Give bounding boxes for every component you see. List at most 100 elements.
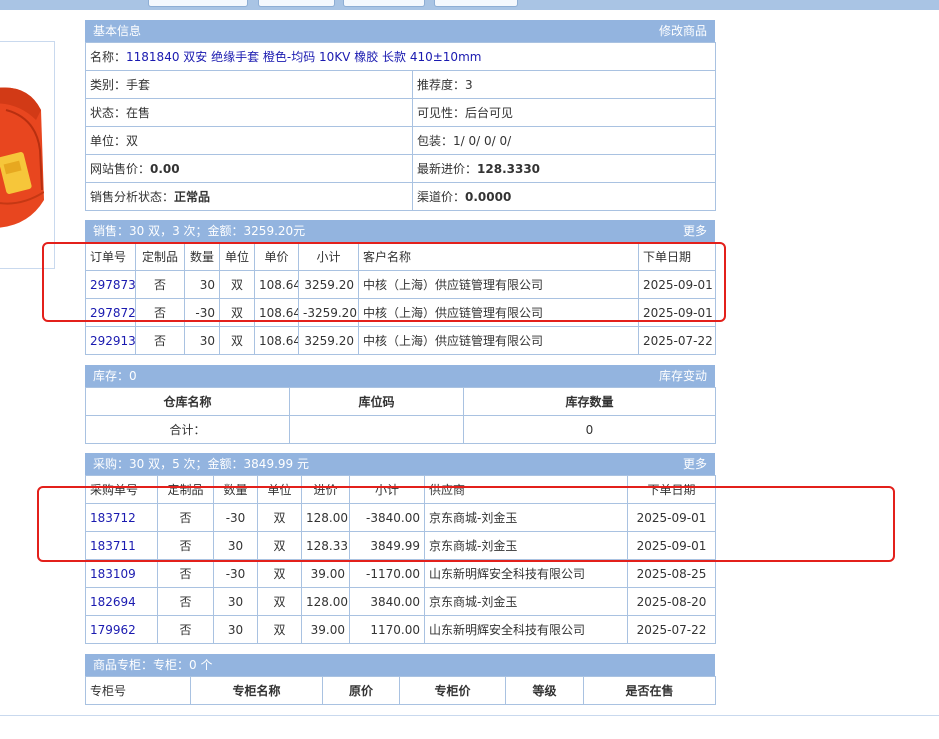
product-image[interactable] (0, 80, 44, 234)
sales-title: 销售：30 双，3 次；金额：3259.20元 (93, 224, 306, 238)
table-cell: 2025-08-20 (627, 587, 716, 616)
divider (0, 715, 939, 716)
table-row: 179962 否 30 双 39.00 1170.00 山东新明辉安全科技有限公… (85, 615, 716, 644)
recommend-cell: 推荐度：3 (411, 70, 717, 99)
table-cell: 中核（上海）供应链管理有限公司 (358, 326, 639, 355)
table-row: 182694 否 30 双 128.00 3840.00 京东商城-刘金玉 20… (85, 587, 716, 616)
top-toolbar (0, 0, 939, 10)
table-cell: 山东新明辉安全科技有限公司 (424, 615, 628, 644)
category-cell: 类别：手套 (85, 70, 413, 99)
toolbar-button-2[interactable] (343, 0, 425, 7)
stock-col-header: 库存数量 (463, 387, 716, 416)
latest-cost-cell: 最新进价：128.3330 (411, 154, 717, 183)
unit-cell: 单位：双 (85, 126, 413, 155)
purchase-order-link[interactable]: 183109 (85, 559, 158, 588)
counter-section: 商品专柜：专柜：0 个 专柜号 专柜名称 原价 专柜价 等级 是否在售 (85, 654, 716, 705)
counter-col-header: 专柜号 (85, 676, 191, 705)
toolbar-button-1[interactable] (258, 0, 335, 7)
stock-header: 库存：0 库存变动 (85, 365, 715, 387)
status-label: 状态： (90, 106, 127, 120)
sales-status-cell: 销售分析状态：正常品 (85, 182, 413, 211)
counter-col-header: 专柜价 (399, 676, 506, 705)
unit-label: 单位： (90, 134, 127, 148)
package-value: 1/ 0/ 0/ 0/ (453, 134, 512, 148)
channel-price-value: 0.0000 (465, 190, 512, 204)
recommend-label: 推荐度： (417, 78, 466, 92)
table-cell: 39.00 (301, 559, 350, 588)
table-cell: 30 (184, 326, 220, 355)
sales-order-link[interactable]: 292913 (85, 326, 136, 355)
site-price-value: 0.00 (150, 162, 180, 176)
counter-header: 商品专柜：专柜：0 个 (85, 654, 715, 676)
toolbar-input[interactable] (148, 0, 248, 7)
basic-info-title: 基本信息 (93, 24, 142, 38)
sales-header: 销售：30 双，3 次；金额：3259.20元 更多 (85, 220, 715, 242)
purchase-more-link[interactable]: 更多 (683, 453, 707, 475)
package-cell: 包装：1/ 0/ 0/ 0/ (411, 126, 717, 155)
table-cell (289, 415, 464, 444)
purchase-highlight-box (37, 486, 895, 562)
purchase-title: 采购：30 双，5 次；金额：3849.99 元 (93, 457, 309, 471)
table-cell: 否 (157, 587, 214, 616)
latest-cost-label: 最新进价： (417, 162, 478, 176)
stock-table: 仓库名称 库位码 库存数量 合计： 0 (85, 387, 716, 444)
stock-col-header: 仓库名称 (85, 387, 290, 416)
visibility-value: 后台可见 (465, 106, 514, 120)
recommend-value: 3 (465, 78, 473, 92)
basic-info-header: 基本信息 修改商品 (85, 20, 715, 42)
table-cell: 双 (257, 559, 302, 588)
table-cell: 2025-08-25 (627, 559, 716, 588)
sales-more-link[interactable]: 更多 (683, 220, 707, 242)
latest-cost-value: 128.3330 (477, 162, 541, 176)
purchase-order-link[interactable]: 182694 (85, 587, 158, 616)
table-cell: -1170.00 (349, 559, 425, 588)
channel-price-cell: 渠道价：0.0000 (411, 182, 717, 211)
table-cell: 3840.00 (349, 587, 425, 616)
purchase-order-link[interactable]: 179962 (85, 615, 158, 644)
table-cell: 2025-07-22 (627, 615, 716, 644)
table-cell: -30 (213, 559, 258, 588)
visibility-cell: 可见性：后台可见 (411, 98, 717, 127)
counter-col-header: 专柜名称 (190, 676, 323, 705)
name-row: 名称：1181840 双安 绝缘手套 橙色-均码 10KV 橡胶 长款 410±… (84, 42, 717, 71)
table-cell: 108.64 (254, 326, 299, 355)
sales-highlight-box (42, 242, 726, 322)
table-cell: 2025-07-22 (638, 326, 716, 355)
table-cell: 双 (219, 326, 255, 355)
stock-title: 库存：0 (93, 369, 137, 383)
stock-header-row: 仓库名称 库位码 库存数量 (85, 387, 716, 416)
stock-total-row: 合计： 0 (85, 415, 716, 444)
counter-col-header: 原价 (322, 676, 400, 705)
edit-product-link[interactable]: 修改商品 (659, 20, 707, 42)
basic-info-section: 基本信息 修改商品 名称：1181840 双安 绝缘手套 橙色-均码 10KV … (84, 20, 717, 211)
table-cell: 山东新明辉安全科技有限公司 (424, 559, 628, 588)
table-cell: 双 (257, 615, 302, 644)
table-cell: 30 (213, 615, 258, 644)
stock-change-link[interactable]: 库存变动 (659, 365, 707, 387)
toolbar-button-3[interactable] (434, 0, 518, 7)
name-label: 名称： (90, 50, 127, 64)
stock-total-label: 合计： (85, 415, 290, 444)
category-label: 类别： (90, 78, 127, 92)
stock-total-value: 0 (463, 415, 716, 444)
purchase-header: 采购：30 双，5 次；金额：3849.99 元 更多 (85, 453, 715, 475)
table-cell: 否 (157, 559, 214, 588)
status-cell: 状态：在售 (85, 98, 413, 127)
visibility-label: 可见性： (417, 106, 466, 120)
table-row: 292913 否 30 双 108.64 3259.20 中核（上海）供应链管理… (85, 326, 716, 355)
sales-status-label: 销售分析状态： (90, 190, 175, 204)
table-cell: 京东商城-刘金玉 (424, 587, 628, 616)
package-label: 包装： (417, 134, 454, 148)
basic-info-table: 名称：1181840 双安 绝缘手套 橙色-均码 10KV 橡胶 长款 410±… (84, 42, 717, 211)
site-price-label: 网站售价： (90, 162, 151, 176)
table-cell: 3259.20 (298, 326, 359, 355)
product-image-panel (0, 41, 55, 269)
status-value: 在售 (126, 106, 151, 120)
table-cell: 39.00 (301, 615, 350, 644)
counter-header-row: 专柜号 专柜名称 原价 专柜价 等级 是否在售 (85, 676, 716, 705)
name-value: 1181840 双安 绝缘手套 橙色-均码 10KV 橡胶 长款 410±10m… (126, 50, 482, 64)
table-cell: 双 (257, 587, 302, 616)
unit-value: 双 (126, 134, 139, 148)
counter-col-header: 等级 (505, 676, 584, 705)
counter-col-header: 是否在售 (583, 676, 716, 705)
